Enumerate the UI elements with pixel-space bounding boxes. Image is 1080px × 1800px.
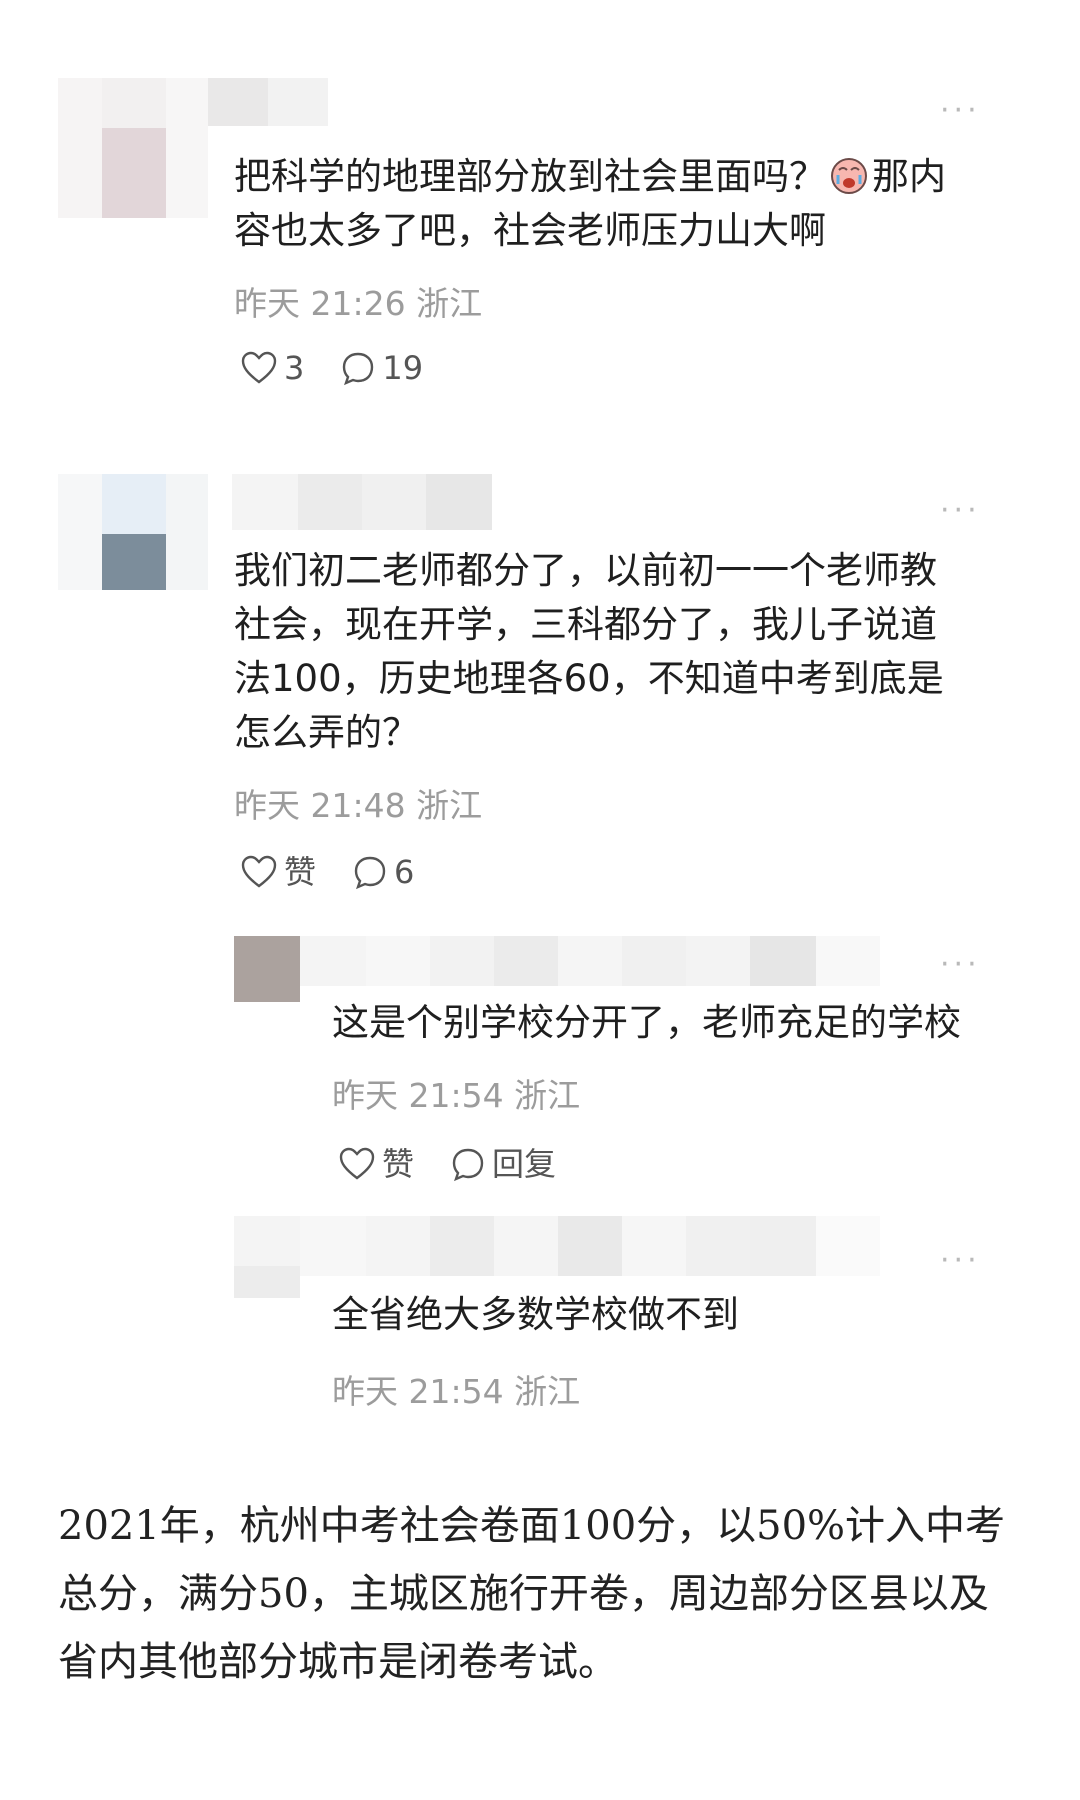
heart-icon [241, 351, 277, 384]
username-blurred[interactable] [232, 474, 492, 530]
heart-icon [241, 855, 277, 888]
comment-meta: 昨天 21:54 浙江 [332, 1076, 580, 1116]
more-options-button[interactable]: ··· [940, 950, 981, 980]
article-line: 2021年，杭州中考社会卷面100分，以50%计入中考 [58, 1503, 1006, 1549]
reply-label: 回复 [492, 1145, 557, 1183]
more-options-button[interactable]: ··· [940, 1246, 981, 1276]
like-count: 3 [284, 349, 305, 387]
reply-button[interactable]: 6 [352, 852, 414, 892]
location: 浙江 [514, 1372, 581, 1411]
article-line: 省内其他部分城市是闭卷考试。 [58, 1639, 618, 1685]
timestamp: 昨天 21:26 [234, 284, 406, 323]
comment-meta: 昨天 21:48 浙江 [234, 786, 482, 826]
username-blurred[interactable] [300, 1216, 880, 1276]
comment-text: 这是个别学校分开了，老师充足的学校 [332, 1001, 961, 1044]
article-line: 总分，满分50，主城区施行开卷，周边部分区县以及 [58, 1571, 989, 1617]
avatar[interactable] [234, 936, 300, 1002]
comment-meta: 昨天 21:54 浙江 [332, 1372, 580, 1412]
location: 浙江 [416, 284, 483, 323]
crying-face-emoji-icon [831, 158, 867, 194]
reply-count: 19 [382, 349, 424, 387]
location: 浙江 [514, 1076, 581, 1115]
timestamp: 昨天 21:54 [332, 1372, 504, 1411]
like-button[interactable]: 赞 [338, 1144, 414, 1184]
avatar[interactable] [58, 78, 208, 218]
article-paragraph: 2021年，杭州中考社会卷面100分，以50%计入中考 总分，满分50，主城区施… [58, 1492, 1018, 1696]
username-blurred[interactable] [300, 936, 880, 986]
comment-text: 全省绝大多数学校做不到 [332, 1293, 739, 1336]
comment-text: 把科学的地理部分放到社会里面吗？ 那内 容也太多了吧，社会老师压力山大啊 [234, 155, 946, 252]
comment-meta: 昨天 21:26 浙江 [234, 284, 482, 324]
more-options-button[interactable]: ··· [940, 496, 981, 526]
timestamp: 昨天 21:48 [234, 786, 406, 825]
reply-button[interactable]: 19 [340, 348, 423, 388]
comment-bubble-icon [343, 352, 374, 386]
comment-bubble-icon [452, 1148, 484, 1182]
like-button[interactable]: 3 [240, 348, 304, 388]
like-label: 赞 [284, 853, 317, 891]
comment-text: 我们初二老师都分了，以前初一一个老师教 社会，现在开学，三科都分了，我儿子说道 … [234, 549, 944, 754]
location: 浙江 [416, 786, 483, 825]
timestamp: 昨天 21:54 [332, 1076, 504, 1115]
heart-icon [339, 1147, 375, 1180]
avatar[interactable] [58, 474, 208, 590]
more-options-button[interactable]: ··· [940, 96, 981, 126]
avatar[interactable] [234, 1216, 300, 1298]
like-button[interactable]: 赞 [240, 852, 316, 892]
username-blurred[interactable] [208, 78, 328, 126]
like-label: 赞 [382, 1145, 415, 1183]
comment-actions: 赞 回复 [338, 1144, 556, 1184]
comment-thread-page: ··· 把科学的地理部分放到社会里面吗？ 那内 容也太多了吧，社会老师压力山大啊 … [0, 0, 1080, 1800]
comment-bubble-icon [354, 856, 386, 890]
comment-actions: 赞 6 [240, 852, 414, 892]
comment-actions: 3 19 [240, 348, 423, 388]
reply-count: 6 [394, 853, 415, 891]
reply-button[interactable]: 回复 [450, 1144, 556, 1184]
